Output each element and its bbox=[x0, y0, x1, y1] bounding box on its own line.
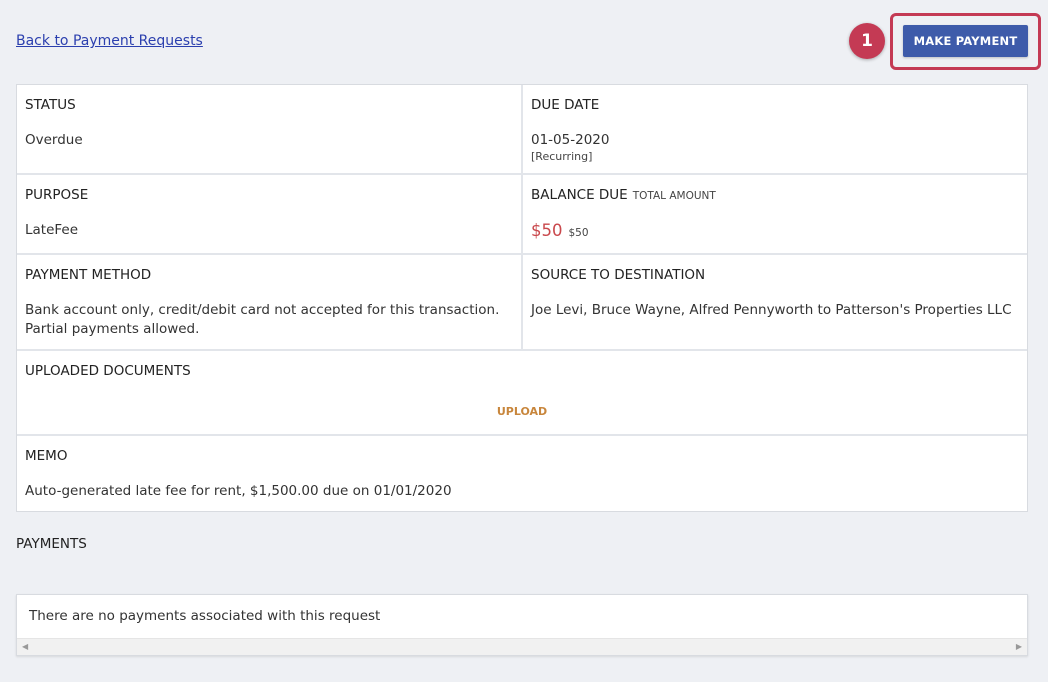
balance-label: BALANCE DUE bbox=[531, 187, 628, 203]
payment-method-label: PAYMENT METHOD bbox=[25, 267, 152, 283]
balance-header: BALANCE DUE TOTAL AMOUNT bbox=[531, 187, 1019, 203]
total-amount-value: $50 bbox=[568, 227, 589, 239]
details-row-memo: MEMO Auto-generated late fee for rent, $… bbox=[17, 436, 1027, 511]
purpose-cell: PURPOSE LateFee bbox=[17, 175, 521, 253]
purpose-label: PURPOSE bbox=[25, 187, 89, 203]
details-row-purpose: PURPOSE LateFee BALANCE DUE TOTAL AMOUNT … bbox=[17, 175, 1027, 255]
balance-values: $50 $50 bbox=[531, 221, 1019, 243]
due-date-value: 01-05-2020 bbox=[531, 132, 610, 148]
memo-cell: MEMO Auto-generated late fee for rent, $… bbox=[17, 436, 1027, 511]
source-cell: SOURCE TO DESTINATION Joe Levi, Bruce Wa… bbox=[521, 255, 1027, 349]
due-date-cell: DUE DATE 01-05-2020 [Recurring] bbox=[521, 85, 1027, 173]
source-label: SOURCE TO DESTINATION bbox=[531, 267, 706, 283]
memo-value: Auto-generated late fee for rent, $1,500… bbox=[25, 483, 452, 499]
status-label: STATUS bbox=[25, 97, 76, 113]
make-payment-button[interactable]: MAKE PAYMENT bbox=[903, 25, 1028, 57]
payments-section-title: PAYMENTS bbox=[16, 536, 87, 552]
memo-label: MEMO bbox=[25, 448, 68, 464]
documents-cell: UPLOADED DOCUMENTS UPLOAD bbox=[17, 351, 1027, 434]
payments-table: There are no payments associated with th… bbox=[16, 594, 1028, 656]
source-value: Joe Levi, Bruce Wayne, Alfred Pennyworth… bbox=[531, 302, 1012, 318]
recurring-note: [Recurring] bbox=[531, 150, 593, 163]
balance-due-value: $50 bbox=[531, 221, 563, 240]
due-date-label: DUE DATE bbox=[531, 97, 600, 113]
status-cell: STATUS Overdue bbox=[17, 85, 521, 173]
payment-method-value: Bank account only, credit/debit card not… bbox=[25, 302, 500, 337]
back-to-payment-requests-link[interactable]: Back to Payment Requests bbox=[16, 33, 203, 49]
balance-cell: BALANCE DUE TOTAL AMOUNT $50 $50 bbox=[521, 175, 1027, 253]
details-row-documents: UPLOADED DOCUMENTS UPLOAD bbox=[17, 351, 1027, 436]
step-callout-badge: 1 bbox=[849, 23, 885, 59]
details-row-payment-method: PAYMENT METHOD Bank account only, credit… bbox=[17, 255, 1027, 351]
upload-button[interactable]: UPLOAD bbox=[25, 405, 1019, 418]
scroll-left-icon[interactable]: ◀ bbox=[22, 642, 28, 651]
horizontal-scrollbar[interactable]: ◀ ▶ bbox=[17, 638, 1027, 655]
scroll-right-icon[interactable]: ▶ bbox=[1016, 642, 1022, 651]
payment-request-details: STATUS Overdue DUE DATE 01-05-2020 [Recu… bbox=[16, 84, 1028, 512]
purpose-value: LateFee bbox=[25, 222, 79, 238]
documents-label: UPLOADED DOCUMENTS bbox=[25, 363, 191, 379]
payments-empty-message: There are no payments associated with th… bbox=[29, 608, 381, 624]
details-row-status: STATUS Overdue DUE DATE 01-05-2020 [Recu… bbox=[17, 85, 1027, 175]
total-amount-label: TOTAL AMOUNT bbox=[632, 190, 716, 202]
payment-method-cell: PAYMENT METHOD Bank account only, credit… bbox=[17, 255, 521, 349]
status-value: Overdue bbox=[25, 132, 83, 148]
